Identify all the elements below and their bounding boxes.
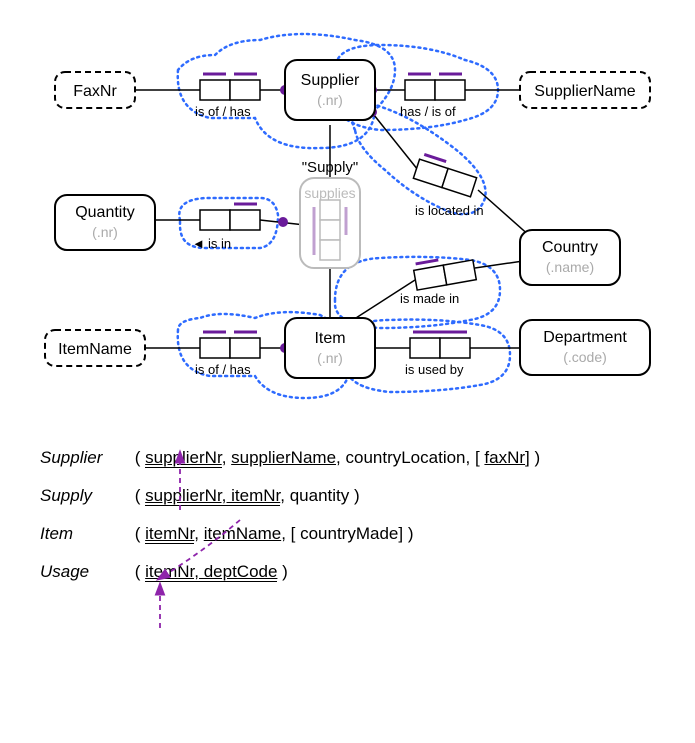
entity-country-ref: (.name) bbox=[546, 259, 594, 275]
entity-department-ref: (.code) bbox=[563, 349, 607, 365]
attr-supply-pk: supplierNr, itemNr bbox=[145, 486, 280, 506]
entity-supplier-label: Supplier bbox=[301, 72, 360, 89]
attr-itemname: itemName bbox=[204, 524, 281, 543]
role-item-name-label: is of / has bbox=[195, 362, 251, 377]
schema-supply: Supply ( supplierNr, itemNr, quantity ) bbox=[40, 486, 655, 506]
role-used-by bbox=[410, 338, 440, 358]
entity-suppliername-label: SupplierName bbox=[534, 83, 635, 100]
schema-supplier: Supplier ( supplierNr, supplierName, cou… bbox=[40, 448, 655, 468]
entity-supplier-ref: (.nr) bbox=[317, 92, 343, 108]
role-fax-supplier-label: is of / has bbox=[195, 104, 251, 119]
entity-supplier bbox=[285, 60, 375, 120]
entity-item-ref: (.nr) bbox=[317, 350, 343, 366]
schema-usage: Usage ( itemNr, deptCode ) bbox=[40, 562, 655, 582]
entity-itemname-label: ItemName bbox=[58, 341, 132, 358]
schema-item: Item ( itemNr, itemName, [ countryMade] … bbox=[40, 524, 655, 544]
supply-title: "Supply" bbox=[302, 159, 359, 176]
entity-quantity-label: Quantity bbox=[75, 204, 135, 221]
role-supplier-name bbox=[405, 80, 435, 100]
entity-item-label: Item bbox=[314, 330, 345, 347]
attr-usage-pk: itemNr, deptCode bbox=[145, 562, 277, 582]
role-made-in-label: is made in bbox=[400, 291, 459, 306]
supply-verb: supplies bbox=[304, 185, 355, 201]
role-quantity-arrow: ◄ bbox=[192, 236, 205, 251]
attr-countrylocation: countryLocation bbox=[345, 448, 465, 467]
relational-schema: Supplier ( supplierNr, supplierName, cou… bbox=[0, 420, 695, 630]
attr-faxnr: faxNr bbox=[484, 448, 525, 467]
role-made-in bbox=[414, 265, 447, 290]
role-located-in-label: is located in bbox=[415, 203, 484, 218]
attr-suppliername: supplierName bbox=[231, 448, 336, 467]
entity-country-label: Country bbox=[542, 239, 598, 256]
role-item-name bbox=[200, 338, 230, 358]
attr-suppliernr: supplierNr bbox=[145, 448, 222, 468]
role-supplier-name-label: has / is of bbox=[400, 104, 456, 119]
attr-countrymade: countryMade bbox=[300, 524, 398, 543]
orm-diagram: FaxNr Supplier (.nr) SupplierName Quanti… bbox=[0, 0, 695, 420]
entity-item bbox=[285, 318, 375, 378]
role-fax-supplier bbox=[200, 80, 230, 100]
attr-quantity: quantity bbox=[290, 486, 350, 505]
entity-quantity-ref: (.nr) bbox=[92, 224, 118, 240]
role-quantity bbox=[200, 210, 230, 230]
entity-faxnr-label: FaxNr bbox=[73, 83, 117, 100]
role-quantity-label: is in bbox=[208, 236, 231, 251]
role-used-by-label: is used by bbox=[405, 362, 464, 377]
entity-department-label: Department bbox=[543, 329, 627, 346]
attr-itemnr: itemNr bbox=[145, 524, 194, 544]
